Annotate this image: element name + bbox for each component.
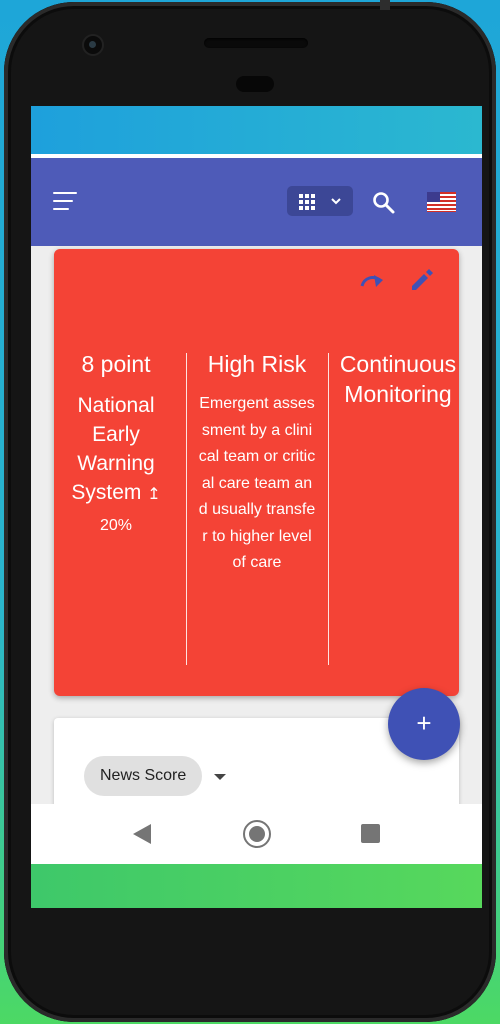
trend-value: 20% xyxy=(99,517,133,534)
view-selector-button[interactable] xyxy=(287,186,353,216)
power-button xyxy=(380,0,390,10)
risk-column: High Risk Emergent assessment by a clini… xyxy=(186,349,328,577)
grid-view-icon xyxy=(299,194,315,210)
chevron-down-icon xyxy=(331,198,341,205)
front-camera xyxy=(84,36,102,54)
recent-apps-icon[interactable] xyxy=(361,824,380,843)
earpiece-speaker xyxy=(204,38,308,48)
add-icon: + xyxy=(416,708,432,738)
monitoring-label: Continuous Monitoring xyxy=(339,351,457,407)
score-system-label: National Early Warning System ↥ 20% xyxy=(45,391,187,540)
risk-description: Emergent assessment by a clinical team o… xyxy=(198,395,316,571)
news-score-card: 8 point National Early Warning System ↥ … xyxy=(54,249,459,696)
monitoring-column: Continuous Monitoring xyxy=(327,349,469,409)
search-icon[interactable] xyxy=(371,190,397,216)
proximity-sensor xyxy=(236,76,274,92)
app-bar xyxy=(31,158,482,246)
news-score-chip[interactable]: News Score xyxy=(84,756,203,796)
score-column: 8 point National Early Warning System ↥ … xyxy=(45,349,187,540)
home-circle-icon[interactable] xyxy=(243,820,271,848)
status-bar xyxy=(31,106,482,154)
score-subtitle: National Early Warning System xyxy=(71,394,155,504)
caret-down-icon[interactable] xyxy=(214,774,226,780)
risk-level: High Risk xyxy=(207,351,307,377)
phone-frame: 8 point National Early Warning System ↥ … xyxy=(4,0,496,1022)
hamburger-menu-icon[interactable] xyxy=(53,192,77,212)
redo-icon[interactable] xyxy=(357,265,387,295)
back-triangle-icon[interactable] xyxy=(132,823,152,845)
score-value: 8 point xyxy=(81,351,151,377)
add-button[interactable]: + xyxy=(388,688,460,760)
us-flag-icon[interactable] xyxy=(427,192,456,212)
app-screen: 8 point National Early Warning System ↥ … xyxy=(31,106,482,908)
edit-pencil-icon[interactable] xyxy=(407,265,437,295)
system-nav-bar xyxy=(31,804,482,864)
bottom-color-strip xyxy=(31,864,482,908)
trend-arrow-icon: ↥ xyxy=(147,486,161,503)
